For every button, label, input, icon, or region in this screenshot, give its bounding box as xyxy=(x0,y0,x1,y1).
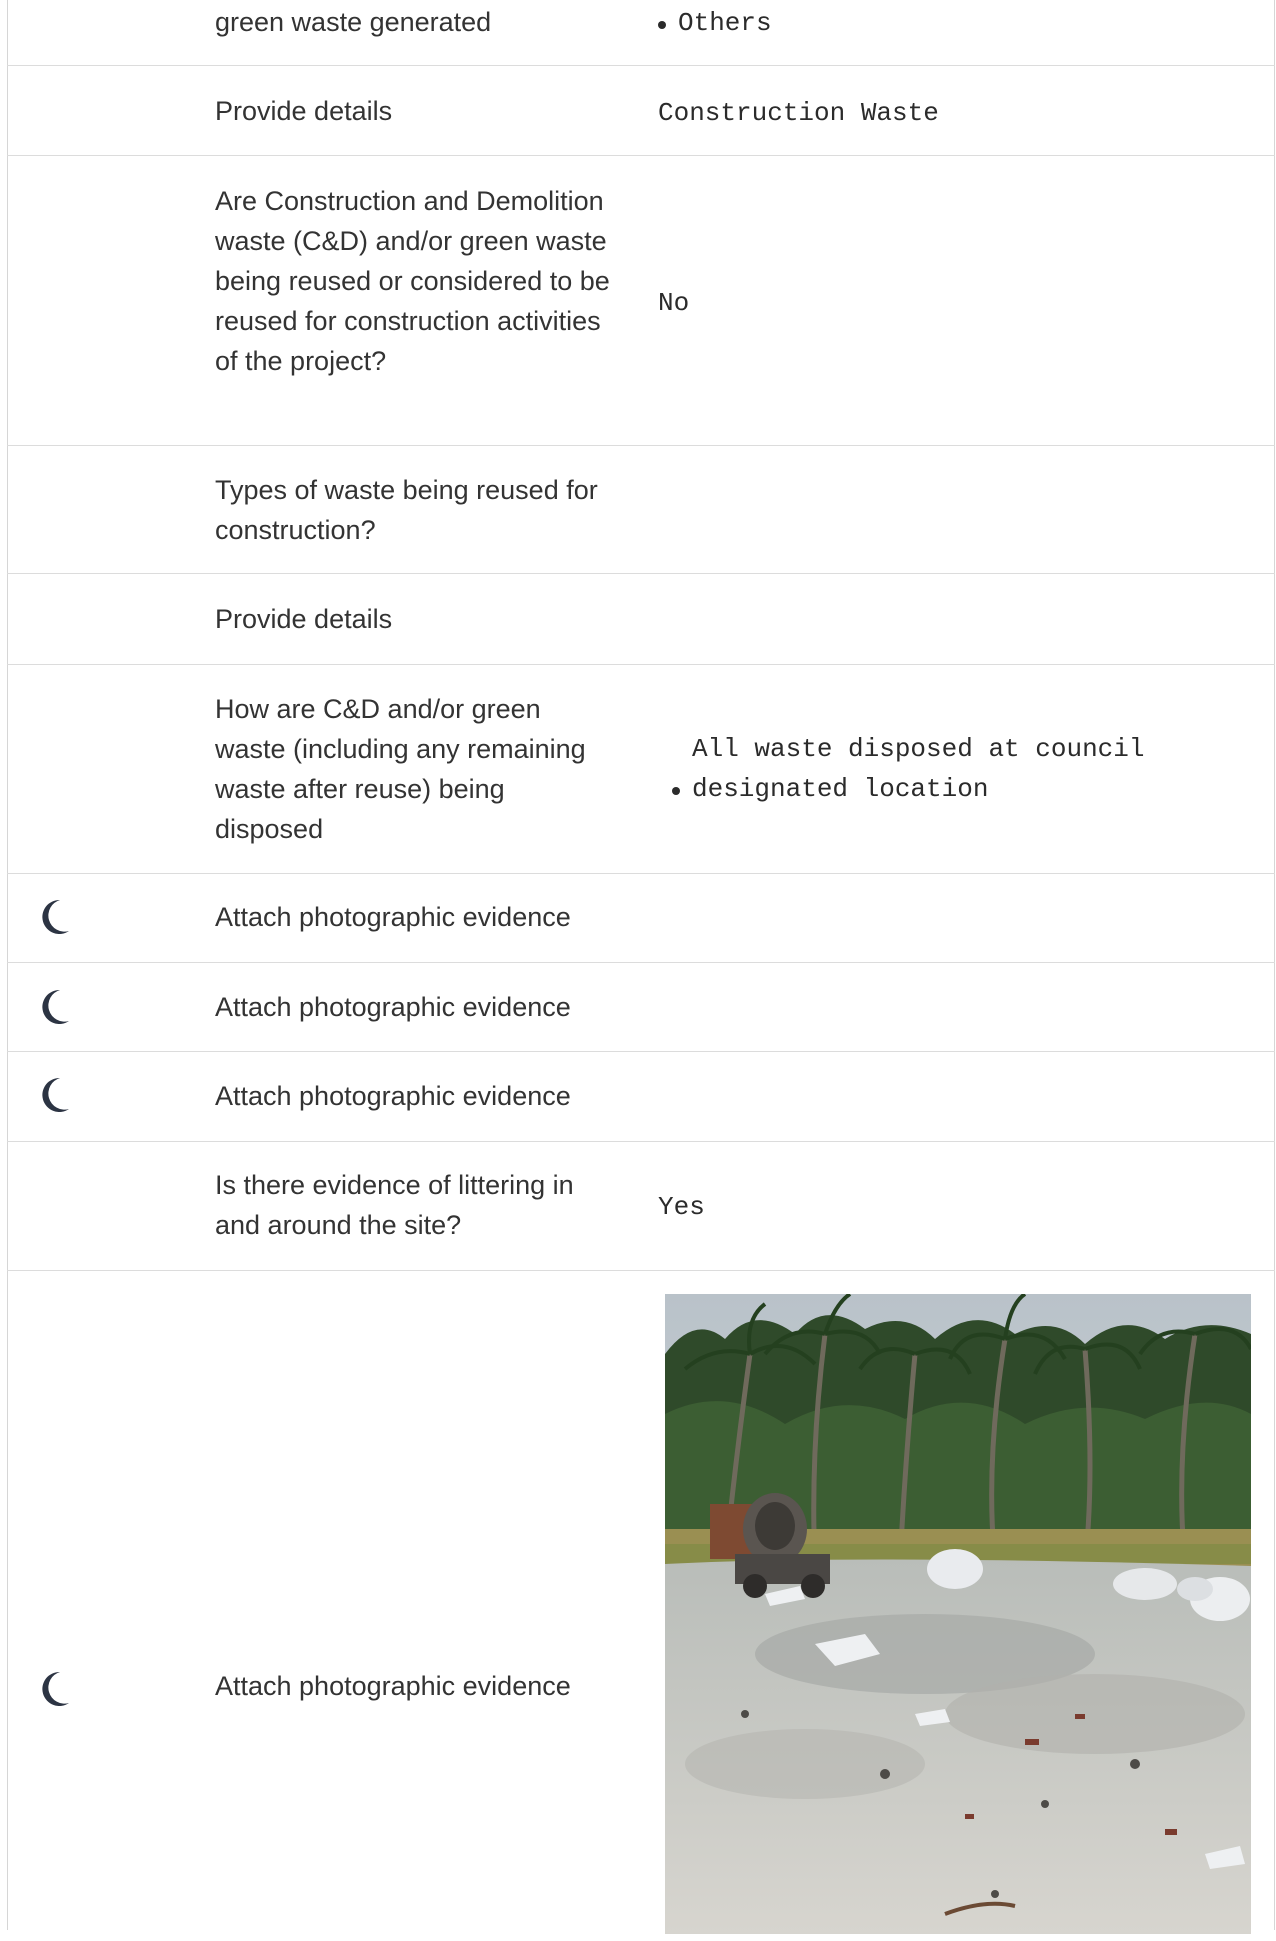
question-text: Types of waste being reused for construc… xyxy=(215,475,598,545)
moon-icon xyxy=(42,989,69,1024)
question-text: Attach photographic evidence xyxy=(215,1081,571,1111)
question-text: Attach photographic evidence xyxy=(215,902,571,932)
site-photo-image[interactable] xyxy=(665,1294,1251,1934)
question-text: Are Construction and Demolition waste (C… xyxy=(215,186,610,376)
answer-text: All waste disposed at council designated… xyxy=(692,734,1145,804)
answer-list-item: All waste disposed at council designated… xyxy=(672,729,1192,809)
table-row xyxy=(7,1052,1275,1142)
question-text: How are C&D and/or green waste (includin… xyxy=(215,694,586,844)
moon-icon xyxy=(42,1077,69,1112)
bullet-icon xyxy=(658,21,666,29)
answer-text: Construction Waste xyxy=(658,98,939,128)
answer-text: Others xyxy=(678,8,772,38)
question-text: Provide details xyxy=(215,96,393,126)
question-text: green waste generated xyxy=(215,7,492,37)
answer-text: No xyxy=(658,288,690,318)
bullet-icon xyxy=(672,787,680,795)
table-row xyxy=(7,574,1275,665)
question-text: Is there evidence of littering in and ar… xyxy=(215,1170,574,1240)
moon-icon xyxy=(42,899,69,934)
table-row xyxy=(7,874,1275,963)
question-text: Attach photographic evidence xyxy=(215,992,571,1022)
answer-list-item: Others xyxy=(658,3,1248,43)
answer-text: Yes xyxy=(658,1192,705,1222)
question-text: Provide details xyxy=(215,604,393,634)
table-row xyxy=(7,963,1275,1052)
question-text: Attach photographic evidence xyxy=(215,1671,571,1701)
checklist-page: green waste generated Others Provide det… xyxy=(0,0,1276,1934)
moon-icon xyxy=(42,1671,69,1706)
site-photo-drawing xyxy=(665,1294,1251,1934)
table-row xyxy=(7,446,1275,574)
